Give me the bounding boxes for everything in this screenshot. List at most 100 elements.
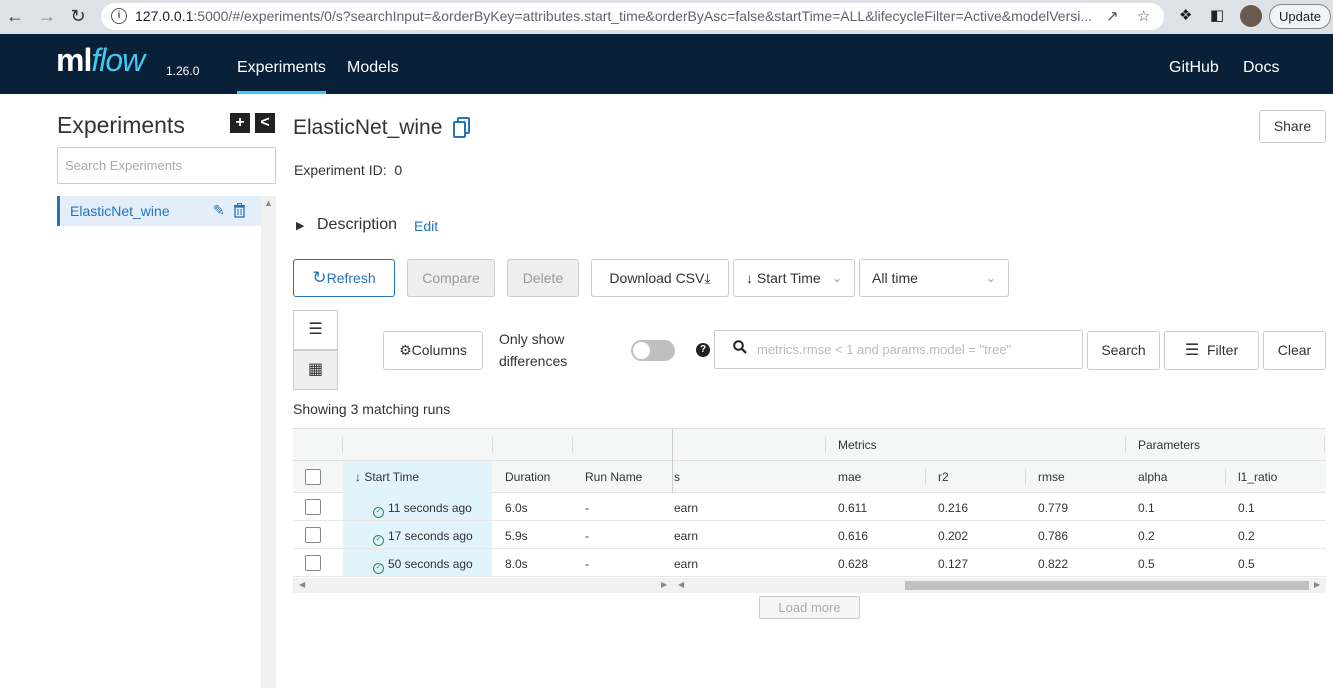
metrics-group-header: Metrics [838,438,877,452]
table-icon: ▦ [307,361,324,378]
runs-count: Showing 3 matching runs [293,401,451,417]
column-divider [825,437,826,453]
success-check-icon: ✓ [373,507,384,518]
side-panel-icon[interactable]: ◧ [1210,6,1224,24]
scroll-left-arrow-icon[interactable]: ◀ [299,580,305,589]
reload-icon[interactable]: ↻ [67,5,89,27]
back-arrow-icon[interactable]: ← [4,5,26,27]
scroll-left-arrow-icon[interactable]: ◀ [678,580,684,589]
browser-toolbar: ← → ↻ i 127.0.0.1:5000/#/experiments/0/s… [0,0,1333,34]
delete-button[interactable]: Delete [507,259,579,297]
models-header[interactable]: s [674,470,680,484]
browser-update-button[interactable]: Update [1269,4,1331,29]
collapse-sidebar-button[interactable]: < [255,113,275,133]
row-checkbox[interactable] [305,555,321,571]
run-model-link[interactable]: earn [674,501,698,515]
mlflow-logo[interactable]: mlflow [56,42,145,79]
bookmark-star-icon[interactable]: ☆ [1137,7,1150,25]
description-edit-link[interactable]: Edit [414,218,438,234]
run-alpha: 0.1 [1138,501,1155,515]
row-checkbox[interactable] [305,527,321,543]
pinned-divider [672,429,673,461]
run-l1-ratio: 0.2 [1238,529,1255,543]
run-duration: 5.9s [505,529,528,543]
scroll-right-arrow-icon[interactable]: ▶ [661,580,667,589]
table-row[interactable]: ✓ 11 seconds ago 6.0s - earn 0.611 0.216 … [293,493,1326,521]
success-check-icon: ✓ [373,563,384,574]
copy-icon[interactable] [453,117,471,139]
experiments-sidebar: Experiments + < Search Experiments Elast… [0,94,276,688]
alpha-header[interactable]: alpha [1138,470,1167,484]
refresh-icon: ↻ [312,268,327,287]
compare-button[interactable]: Compare [407,259,495,297]
download-icon: ⤓ [704,270,711,286]
runs-search-input[interactable]: metrics.rmse < 1 and params.model = "tre… [714,330,1083,369]
scrollbar-thumb[interactable] [905,581,1309,590]
profile-avatar[interactable] [1240,5,1262,27]
extensions-puzzle-icon[interactable]: ❖ [1179,6,1192,24]
filter-button[interactable]: ☰ Filter [1164,331,1259,370]
sidebar-item-elasticnet-wine[interactable]: ElasticNet_wine ✎ [57,196,261,226]
url-text[interactable]: 127.0.0.1:5000/#/experiments/0/s?searchI… [135,8,1095,24]
filter-icon: ☰ [1184,342,1200,359]
description-toggle[interactable]: Description [317,216,397,234]
refresh-button[interactable]: ↻Refresh [293,259,395,297]
run-mae: 0.611 [838,501,868,515]
table-view-toggle[interactable]: ▦ [293,350,338,390]
nav-experiments[interactable]: Experiments [237,59,326,94]
delete-trash-icon[interactable] [233,203,246,218]
run-l1-ratio: 0.1 [1238,501,1255,515]
site-info-icon[interactable]: i [111,8,127,24]
column-divider [492,437,493,453]
list-icon: ☰ [308,321,323,338]
l1-ratio-header[interactable]: l1_ratio [1238,470,1277,484]
column-divider [1025,469,1026,485]
sort-select[interactable]: ↓ Start Time ⌄ [733,259,855,297]
description-caret-icon[interactable]: ▶ [296,219,304,232]
sidebar-scrollbar[interactable]: ▲ [261,196,276,688]
load-more-button[interactable]: Load more [759,596,860,619]
list-view-toggle[interactable]: ☰ [293,310,338,350]
edit-pencil-icon[interactable]: ✎ [213,202,225,219]
start-time-header[interactable]: ↓ Start Time [355,470,419,484]
scroll-right-arrow-icon[interactable]: ▶ [1314,580,1320,589]
table-row[interactable]: ✓ 50 seconds ago 8.0s - earn 0.628 0.127 … [293,549,1326,577]
run-model-link[interactable]: earn [674,529,698,543]
share-page-icon[interactable]: ↗ [1106,7,1119,25]
nav-models[interactable]: Models [347,59,399,77]
forward-arrow-icon[interactable]: → [36,5,58,27]
run-alpha: 0.2 [1138,529,1155,543]
mae-header[interactable]: mae [838,470,861,484]
nav-docs[interactable]: Docs [1243,59,1279,77]
run-duration: 6.0s [505,501,528,515]
select-all-checkbox[interactable] [305,469,321,485]
help-question-icon[interactable]: ? [696,343,710,357]
run-model-link[interactable]: earn [674,557,698,571]
nav-github[interactable]: GitHub [1169,59,1219,77]
run-name-header[interactable]: Run Name [585,470,642,484]
search-experiments-input[interactable]: Search Experiments [57,147,276,184]
scroll-up-arrow-icon[interactable]: ▲ [264,198,273,208]
r2-header[interactable]: r2 [938,470,949,484]
run-start-time-link[interactable]: ✓ 11 seconds ago [373,501,472,518]
run-start-time-link[interactable]: ✓ 17 seconds ago [373,529,473,546]
search-icon [733,340,747,354]
sidebar-item-label[interactable]: ElasticNet_wine [70,203,170,219]
table-row[interactable]: ✓ 17 seconds ago 5.9s - earn 0.616 0.202 … [293,521,1326,549]
add-experiment-button[interactable]: + [230,113,250,133]
rmse-header[interactable]: rmse [1038,470,1065,484]
clear-button[interactable]: Clear [1263,331,1326,370]
only-show-differences-switch[interactable] [631,340,675,361]
table-horizontal-scrollbar[interactable]: ◀ ▶ ◀ ▶ [293,578,1326,593]
address-bar[interactable]: i 127.0.0.1:5000/#/experiments/0/s?searc… [101,3,1164,30]
download-csv-button[interactable]: Download CSV⤓ [591,259,729,297]
share-button[interactable]: Share [1259,110,1326,143]
duration-header[interactable]: Duration [505,470,550,484]
row-checkbox[interactable] [305,499,321,515]
run-start-time-link[interactable]: ✓ 50 seconds ago [373,557,473,574]
time-range-select[interactable]: All time ⌄ [859,259,1009,297]
search-placeholder: metrics.rmse < 1 and params.model = "tre… [757,342,1012,357]
run-rmse: 0.779 [1038,501,1069,515]
columns-button[interactable]: ⚙Columns [383,331,483,370]
search-button[interactable]: Search [1087,331,1160,370]
